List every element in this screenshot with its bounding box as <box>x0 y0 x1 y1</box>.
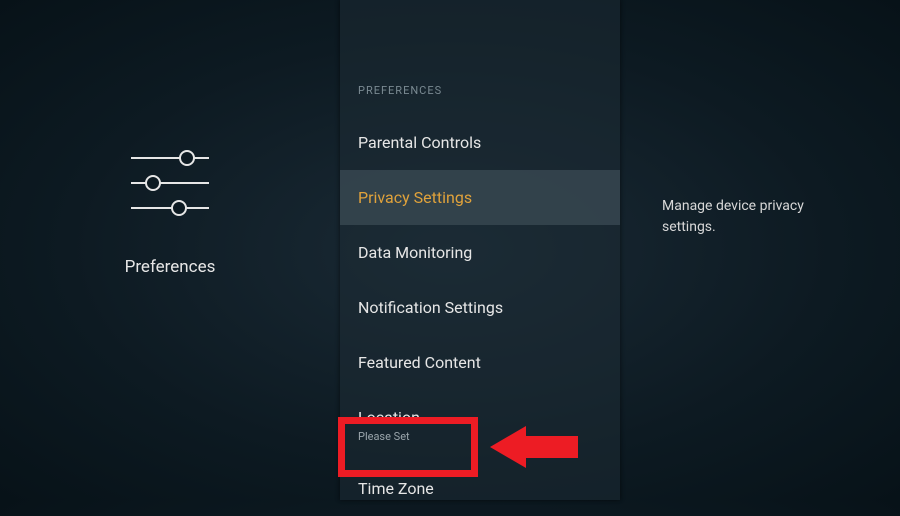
settings-screen: Preferences PREFERENCES Parental Control… <box>0 0 900 500</box>
menu-item-label: Data Monitoring <box>358 243 472 262</box>
menu-item-data-monitoring[interactable]: Data Monitoring <box>340 225 620 280</box>
left-panel: Preferences <box>0 0 340 500</box>
menu-item-parental-controls[interactable]: Parental Controls <box>340 115 620 170</box>
description-panel: Manage device privacy settings. <box>620 0 900 500</box>
menu-item-featured-content[interactable]: Featured Content <box>340 335 620 390</box>
preferences-sliders-icon <box>125 143 215 227</box>
menu-item-label: Parental Controls <box>358 133 481 152</box>
menu-item-time-zone[interactable]: Time Zone <box>340 461 620 516</box>
menu-section-header: PREFERENCES <box>340 84 620 115</box>
menu-item-privacy-settings[interactable]: Privacy Settings <box>340 170 620 225</box>
menu-item-subtext: Please Set <box>358 430 602 443</box>
menu-panel: PREFERENCES Parental Controls Privacy Se… <box>340 0 620 500</box>
menu-item-description: Manage device privacy settings. <box>662 196 842 238</box>
menu-item-notification-settings[interactable]: Notification Settings <box>340 280 620 335</box>
left-panel-label: Preferences <box>125 257 216 277</box>
menu-item-label: Privacy Settings <box>358 188 472 207</box>
menu-item-label: Featured Content <box>358 353 481 372</box>
menu-item-location[interactable]: Location Please Set <box>340 390 620 461</box>
menu-item-label: Time Zone <box>358 479 434 498</box>
menu-item-label: Notification Settings <box>358 298 503 317</box>
menu-item-label: Location <box>358 408 420 427</box>
